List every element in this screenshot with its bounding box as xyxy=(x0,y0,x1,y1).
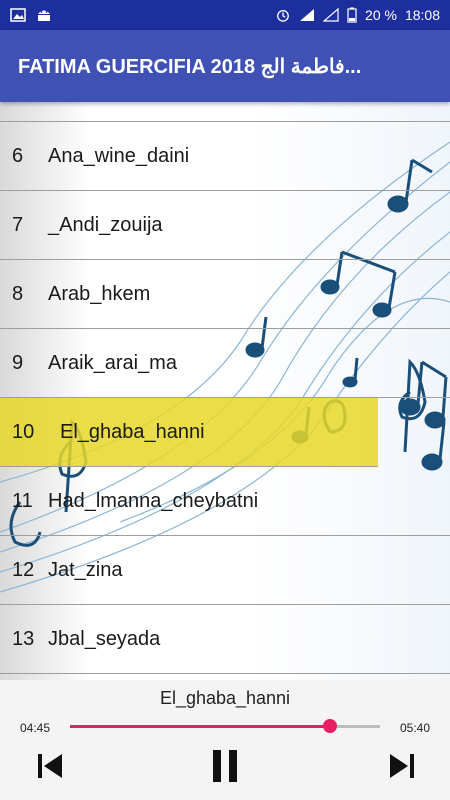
track-number: 13 xyxy=(12,627,35,650)
seek-progress xyxy=(70,725,330,728)
track-row-7[interactable]: 7 _Andi_zouija xyxy=(0,191,450,260)
track-number: 6 xyxy=(12,144,24,167)
next-button[interactable] xyxy=(382,748,422,784)
current-time: 04:45 xyxy=(20,721,51,735)
track-title: Jat_zina xyxy=(48,558,123,581)
track-row-13[interactable]: 13 Jbal_seyada xyxy=(0,605,450,674)
track-title: Ana_wine_daini xyxy=(48,144,190,167)
track-row-6[interactable]: 6 Ana_wine_daini xyxy=(0,122,450,191)
seek-thumb[interactable] xyxy=(322,719,337,733)
previous-button[interactable] xyxy=(30,748,70,784)
clock: 18:08 xyxy=(404,7,440,23)
now-playing-title: El_ghaba_hanni xyxy=(159,688,291,708)
track-title: Had_lmanna_cheybatni xyxy=(48,489,259,512)
skip-next-icon xyxy=(390,754,414,778)
track-row-10-playing[interactable]: 10 El_ghaba_hanni xyxy=(0,398,378,467)
alarm-icon xyxy=(277,9,289,22)
pause-button[interactable] xyxy=(205,748,245,784)
track-row-8[interactable]: 8 Arab_hkem xyxy=(0,260,450,329)
track-number: 11 xyxy=(12,489,33,512)
page-title: FATIMA GUERCIFIA 2018 فاطمة الج... xyxy=(18,55,362,78)
status-bar: 20 % 18:08 xyxy=(0,0,450,30)
skip-previous-icon xyxy=(38,754,62,778)
track-title: Arab_hkem xyxy=(48,282,151,305)
track-title: _Andi_zouija xyxy=(48,213,163,236)
track-row-9[interactable]: 9 Araik_arai_ma xyxy=(0,329,450,398)
track-row-11[interactable]: 11 Had_lmanna_cheybatni xyxy=(0,467,450,536)
playlist-area[interactable]: 6 Ana_wine_daini 7 _Andi_zouija 8 Arab_h… xyxy=(0,102,450,680)
seek-bar[interactable] xyxy=(70,719,380,733)
battery-icon xyxy=(347,7,357,23)
android-icon xyxy=(38,10,50,21)
player-panel: El_ghaba_hanni 04:45 05:40 xyxy=(0,680,450,800)
app-bar: FATIMA GUERCIFIA 2018 فاطمة الج... xyxy=(0,30,450,102)
total-time: 05:40 xyxy=(399,721,430,735)
image-icon xyxy=(10,8,26,22)
track-number: 7 xyxy=(12,213,24,236)
track-list: 6 Ana_wine_daini 7 _Andi_zouija 8 Arab_h… xyxy=(0,102,450,674)
track-number: 12 xyxy=(12,558,35,581)
track-number: 9 xyxy=(12,351,24,374)
battery-percent: 20 % xyxy=(365,7,397,23)
signal-icon xyxy=(300,9,315,21)
track-title: Jbal_seyada xyxy=(48,627,161,650)
track-number: 8 xyxy=(12,282,24,305)
pause-icon xyxy=(213,750,237,782)
track-row-12[interactable]: 12 Jat_zina xyxy=(0,536,450,605)
track-title: Araik_arai_ma xyxy=(48,351,177,374)
track-title: El_ghaba_hanni xyxy=(60,420,205,443)
list-top-divider xyxy=(0,102,450,122)
signal-icon-2 xyxy=(323,8,339,22)
track-number: 10 xyxy=(12,420,35,443)
